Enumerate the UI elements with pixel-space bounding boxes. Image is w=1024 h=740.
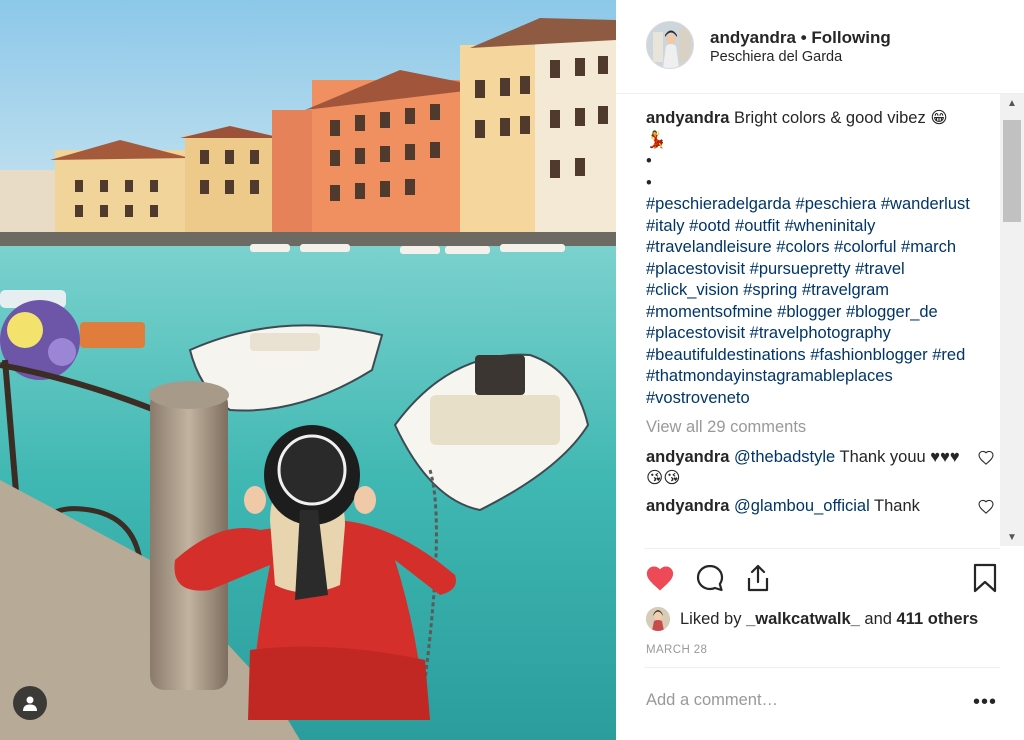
hashtag-link[interactable]: #travel	[855, 260, 905, 278]
post-photo[interactable]	[0, 0, 616, 740]
scroll-down-arrow[interactable]: ▼	[1000, 528, 1024, 546]
hashtag-link[interactable]: #placestovisit	[646, 260, 745, 278]
hashtag-link[interactable]: #red	[932, 346, 965, 364]
hashtag-link[interactable]: #travelgram	[802, 281, 889, 299]
hashtag-link[interactable]: #travelandleisure	[646, 238, 772, 256]
hashtag-link[interactable]: #outfit	[735, 217, 780, 235]
comments-list[interactable]: andyandra Bright colors & good vibez 😁 💃…	[646, 108, 996, 548]
more-options-button[interactable]: •••	[970, 688, 1000, 716]
header-separator: •	[800, 28, 807, 47]
hashtag-link[interactable]: #colorful	[834, 238, 896, 256]
action-bar	[642, 560, 1002, 600]
comment-mention[interactable]: @glambou_official	[734, 497, 870, 515]
hashtag-link[interactable]: #momentsofmine	[646, 303, 773, 321]
comment-item: andyandra @glambou_official Thank	[646, 496, 996, 518]
caption: andyandra Bright colors & good vibez 😁 💃…	[646, 108, 996, 409]
hashtag-link[interactable]: #march	[901, 238, 956, 256]
heart-icon	[978, 450, 994, 465]
location-link[interactable]: Peschiera del Garda	[710, 49, 842, 65]
header-username-line: andyandra • Following	[710, 28, 891, 48]
share-button[interactable]	[740, 560, 776, 596]
hashtag-link[interactable]: #fashionblogger	[810, 346, 927, 364]
liker-avatar[interactable]	[646, 607, 670, 631]
share-icon	[747, 564, 769, 592]
avatar[interactable]	[646, 21, 694, 69]
speech-bubble-icon	[696, 564, 724, 592]
divider	[644, 548, 1000, 549]
comment-button[interactable]	[692, 560, 728, 596]
user-tag-icon	[23, 696, 37, 711]
caption-username[interactable]: andyandra	[646, 109, 729, 127]
save-button[interactable]	[967, 560, 1003, 596]
hashtag-link[interactable]: #colors	[776, 238, 829, 256]
comment-username[interactable]: andyandra	[646, 497, 729, 515]
hashtag-link[interactable]: #placestovisit	[646, 324, 745, 342]
like-button[interactable]	[642, 560, 678, 596]
bookmark-icon	[973, 563, 997, 593]
comments-scrollbar[interactable]: ▲ ▼	[1000, 94, 1024, 546]
likes-connector: and	[864, 609, 892, 628]
view-all-comments-link[interactable]: View all 29 comments	[646, 417, 996, 439]
hashtag-link[interactable]: #pursuepretty	[750, 260, 851, 278]
hashtag-link[interactable]: #travelphotography	[750, 324, 891, 342]
add-comment-input[interactable]: Add a comment…	[646, 691, 778, 710]
comment-like-button[interactable]	[978, 499, 994, 521]
liker-avatar-image	[646, 607, 670, 631]
comment-item: andyandra @thebadstyle Thank youu ♥♥♥😘😘	[646, 447, 996, 490]
post-header: andyandra • Following Peschiera del Gard…	[616, 0, 1024, 94]
heart-icon	[646, 566, 674, 591]
header-username[interactable]: andyandra	[710, 28, 796, 47]
comment-like-button[interactable]	[978, 450, 994, 472]
hashtag-link[interactable]: #wanderlust	[881, 195, 970, 213]
tagged-users-button[interactable]	[13, 686, 47, 720]
hashtag-link[interactable]: #spring	[743, 281, 797, 299]
scroll-up-arrow[interactable]: ▲	[1000, 94, 1024, 112]
comment-mention[interactable]: @thebadstyle	[734, 448, 835, 466]
hashtag-link[interactable]: #peschiera	[796, 195, 877, 213]
caption-hashtags: #peschieradelgarda #peschiera #wanderlus…	[646, 194, 996, 409]
hashtag-link[interactable]: #beautifuldestinations	[646, 346, 806, 364]
hashtag-link[interactable]: #thatmondayinstagramableplaces	[646, 367, 893, 385]
comment-username[interactable]: andyandra	[646, 448, 729, 466]
hashtag-link[interactable]: #click_vision	[646, 281, 739, 299]
hashtag-link[interactable]: #italy	[646, 217, 685, 235]
likes-summary: Liked by _walkcatwalk_ and 411 others	[646, 604, 978, 634]
hashtag-link[interactable]: #blogger_de	[846, 303, 938, 321]
hashtag-link[interactable]: #peschieradelgarda	[646, 195, 791, 213]
likes-others-count[interactable]: 411 others	[897, 610, 979, 629]
avatar-image	[647, 22, 693, 68]
divider	[644, 667, 1000, 668]
hashtag-link[interactable]: #vostroveneto	[646, 389, 750, 407]
liker-username[interactable]: _walkcatwalk_	[746, 610, 860, 629]
comment-text: Thank	[869, 496, 920, 515]
follow-status-button[interactable]: Following	[811, 28, 890, 47]
scrollbar-thumb[interactable]	[1003, 120, 1021, 222]
hashtag-link[interactable]: #ootd	[689, 217, 730, 235]
likes-prefix: Liked by	[680, 609, 742, 628]
post-date[interactable]: MARCH 28	[646, 644, 707, 656]
hashtag-link[interactable]: #wheninitaly	[785, 217, 876, 235]
hashtag-link[interactable]: #blogger	[777, 303, 841, 321]
post-image	[0, 0, 616, 740]
heart-icon	[978, 499, 994, 514]
